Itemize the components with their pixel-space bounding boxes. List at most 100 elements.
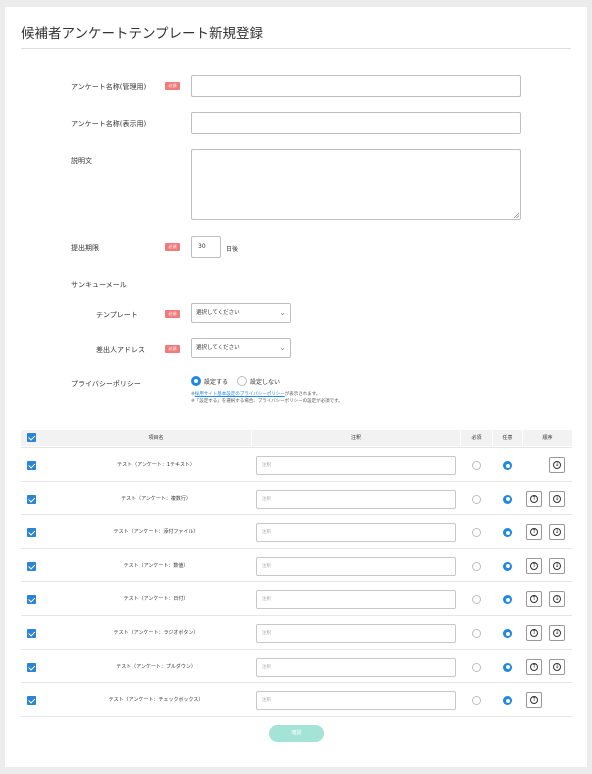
move-down-button[interactable]: ↓	[549, 557, 565, 574]
template-select[interactable]: 選択してください ⌄	[191, 303, 291, 323]
description-textarea[interactable]	[191, 149, 521, 220]
table-row: テスト（アンケート：数値） 注釈 ↑ ↓	[21, 547, 572, 582]
privacy-off-label[interactable]: 設定しない	[250, 377, 280, 386]
row-note-input[interactable]: 注釈	[256, 590, 456, 610]
arrow-up-icon: ↑	[530, 595, 538, 604]
name-admin-label: アンケート名称(管理用)	[71, 83, 147, 91]
select-all-checkbox[interactable]	[27, 433, 36, 442]
row-note-input[interactable]: 注釈	[256, 523, 456, 543]
required-badge: 必須	[165, 82, 180, 90]
table-row: テスト（アンケート：複数行） 注釈 ↑ ↓	[21, 480, 572, 515]
required-badge: 必須	[165, 243, 180, 251]
row-required-radio[interactable]	[472, 629, 481, 638]
row-checkbox[interactable]	[27, 561, 36, 571]
privacy-note-1: ※採用サイト基本設定のプライバシーポリシーが表示されます。	[191, 391, 320, 397]
move-down-button[interactable]: ↓	[549, 591, 565, 608]
sender-select[interactable]: 選択してください ⌄	[191, 338, 291, 358]
row-optional-radio[interactable]	[503, 528, 512, 538]
move-up-button[interactable]: ↑	[526, 625, 542, 641]
arrow-up-icon: ↑	[530, 494, 538, 503]
row-required-radio[interactable]	[472, 528, 481, 538]
privacy-on-label[interactable]: 設定する	[204, 377, 228, 386]
row-required-radio[interactable]	[472, 494, 481, 504]
row-required-radio[interactable]	[472, 696, 481, 706]
move-up-button[interactable]: ↑	[526, 658, 542, 675]
resize-grip-icon[interactable]	[513, 212, 519, 218]
row-note-input[interactable]: 注釈	[256, 556, 456, 576]
row-item-name: テスト（アンケート：チェックボックス）	[108, 697, 204, 704]
move-down-button[interactable]: ↓	[549, 457, 565, 473]
table-row: テスト（アンケート：日付） 注釈 ↑ ↓	[21, 581, 572, 615]
row-optional-radio[interactable]	[503, 461, 512, 470]
table-row: テスト（アンケート：ラジオボタン） 注釈 ↑ ↓	[21, 615, 572, 649]
page-title: 候補者アンケートテンプレート新規登録	[21, 26, 264, 42]
privacy-off-radio[interactable]	[237, 376, 247, 386]
header-order: 順序	[542, 435, 553, 441]
table-row: テスト（アンケート：1テキスト） 注釈 ↓	[21, 447, 572, 481]
table-row: テスト（アンケート：チェックボックス） 注釈 ↑	[21, 682, 572, 716]
name-admin-input[interactable]	[191, 75, 521, 97]
arrow-down-icon: ↓	[553, 595, 561, 604]
row-checkbox[interactable]	[27, 662, 36, 672]
privacy-on-radio[interactable]	[191, 376, 201, 386]
row-checkbox[interactable]	[27, 461, 36, 470]
row-checkbox[interactable]	[27, 528, 36, 538]
deadline-label: 提出期限	[71, 244, 99, 252]
row-item-name: テスト（アンケート：日付）	[123, 596, 189, 603]
row-checkbox[interactable]	[27, 629, 36, 638]
move-down-button[interactable]: ↓	[549, 524, 565, 541]
required-badge: 必須	[165, 310, 180, 318]
row-optional-radio[interactable]	[503, 696, 512, 706]
row-note-input[interactable]: 注釈	[256, 624, 456, 643]
confirm-button[interactable]: 確認	[269, 725, 324, 742]
row-optional-radio[interactable]	[503, 662, 512, 672]
arrow-down-icon: ↓	[553, 528, 561, 537]
table-bottom-border	[21, 716, 572, 717]
move-down-button[interactable]: ↓	[549, 658, 565, 675]
arrow-down-icon: ↓	[553, 561, 561, 570]
arrow-down-icon: ↓	[553, 662, 561, 671]
row-optional-radio[interactable]	[503, 595, 512, 605]
privacy-settings-link[interactable]: 採用サイト基本設定のプライバシーポリシー	[195, 392, 285, 397]
required-badge: 必須	[165, 345, 180, 353]
row-optional-radio[interactable]	[503, 561, 512, 571]
table-header: 項目名 注釈 必須 任意 順序	[21, 430, 572, 446]
deadline-input[interactable]: 30	[191, 236, 221, 258]
move-up-button[interactable]: ↑	[526, 591, 542, 608]
row-checkbox[interactable]	[27, 494, 36, 504]
arrow-up-icon: ↑	[530, 629, 538, 637]
move-up-button[interactable]: ↑	[526, 524, 542, 541]
title-divider	[21, 48, 571, 49]
row-required-radio[interactable]	[472, 561, 481, 571]
move-up-button[interactable]: ↑	[526, 557, 542, 574]
header-required: 必須	[471, 435, 482, 441]
arrow-up-icon: ↑	[530, 561, 538, 570]
name-display-input[interactable]	[191, 112, 521, 134]
template-label: テンプレート	[96, 311, 138, 319]
row-note-input[interactable]: 注釈	[256, 489, 456, 509]
row-checkbox[interactable]	[27, 595, 36, 605]
row-note-input[interactable]: 注釈	[256, 691, 456, 711]
row-required-radio[interactable]	[472, 662, 481, 672]
table-row: テスト（アンケート：添付ファイル） 注釈 ↑ ↓	[21, 514, 572, 548]
row-note-input[interactable]: 注釈	[256, 657, 456, 677]
move-down-button[interactable]: ↓	[549, 625, 565, 641]
move-down-button[interactable]: ↓	[549, 490, 565, 507]
name-display-label: アンケート名称(表示用)	[71, 120, 147, 128]
row-required-radio[interactable]	[472, 461, 481, 470]
row-optional-radio[interactable]	[503, 494, 512, 504]
row-checkbox[interactable]	[27, 696, 36, 706]
row-item-name: テスト（アンケート：プルダウン）	[116, 663, 196, 670]
thanks-mail-label: サンキューメール	[71, 281, 127, 289]
move-up-button[interactable]: ↑	[526, 692, 542, 709]
row-item-name: テスト（アンケート：1テキスト）	[117, 462, 195, 468]
arrow-down-icon: ↓	[553, 629, 561, 637]
row-item-name: テスト（アンケート：添付ファイル）	[113, 529, 199, 536]
sender-label: 差出人アドレス	[96, 346, 145, 354]
move-up-button[interactable]: ↑	[526, 490, 542, 507]
header-note: 注釈	[350, 435, 361, 441]
row-optional-radio[interactable]	[503, 629, 512, 638]
row-required-radio[interactable]	[472, 595, 481, 605]
privacy-note-1-suffix: が表示されます。	[284, 392, 321, 397]
row-note-input[interactable]: 注釈	[256, 456, 456, 475]
